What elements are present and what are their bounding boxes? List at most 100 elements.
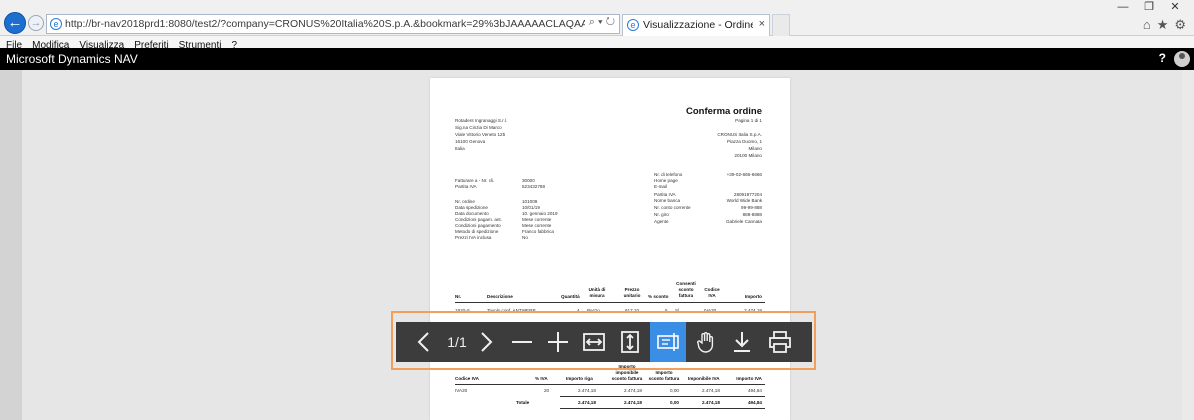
fit-page-button[interactable] [612, 322, 648, 362]
sender-line: 16100 Genova [455, 139, 486, 144]
search-icon[interactable]: ⌕ [589, 16, 595, 28]
vat-cell: 2.474,18 [702, 388, 720, 393]
vat-cell: 0,00 [670, 388, 679, 393]
col-header: Importo [744, 294, 762, 299]
vat-value: 523432788 [522, 184, 545, 189]
company-field-value: 888-8888 [742, 212, 762, 217]
prev-page-button[interactable] [406, 322, 442, 362]
vat-cell: IVA20 [455, 388, 468, 393]
select-text-icon [657, 333, 679, 351]
user-avatar-icon[interactable] [1174, 51, 1190, 67]
vat-cell: 494,84 [747, 388, 762, 393]
print-button[interactable] [762, 322, 798, 362]
company-field-label: Nr. conto corrente [654, 205, 691, 210]
restore-button[interactable]: ❐ [1136, 0, 1162, 13]
browser-icons: ⌂ ★ ⚙ [1137, 17, 1186, 33]
vat-col-header: Codice IVA [455, 376, 479, 381]
zoom-in-button[interactable] [540, 322, 576, 362]
company-field-label: Nr. giro [654, 212, 669, 217]
col-header: Nr. [455, 294, 462, 299]
recipient-line: Milano [748, 146, 762, 151]
total-cell: Totale [516, 400, 530, 405]
sender-line: Viale Vittorio Veneto 125 [455, 132, 506, 137]
vat-col-header: Importo riga [566, 376, 593, 381]
company-field-value: 99-99-888 [741, 205, 762, 210]
download-button[interactable] [724, 322, 760, 362]
sender-line: Sig.na Cinzia Di Marco [455, 125, 502, 130]
minimize-button[interactable]: — [1110, 1, 1136, 13]
arrow-right-icon: → [30, 17, 42, 29]
app-title: Microsoft Dynamics NAV [6, 52, 138, 66]
address-tools: ⌕ ▾ ↻ [589, 16, 615, 29]
company-field-value: +39-02-666-6666 [726, 172, 762, 177]
company-field-label: Nome banca [654, 198, 681, 203]
home-icon[interactable]: ⌂ [1143, 17, 1151, 32]
window-controls: — ❐ ✕ [1110, 0, 1188, 13]
chevron-left-icon [417, 332, 429, 352]
address-bar[interactable]: e http://br-nav2018prd1:8080/test2/?comp… [46, 14, 620, 34]
company-field-value: World Wide Bank [726, 198, 762, 203]
col-header: Quantità [561, 294, 580, 299]
fit-width-icon [583, 333, 605, 351]
favorites-star-icon[interactable]: ★ [1157, 17, 1169, 33]
recipient-line: 20100 Milano [734, 153, 762, 158]
close-window-button[interactable]: ✕ [1162, 0, 1188, 13]
help-button[interactable]: ? [1159, 51, 1166, 65]
fit-width-button[interactable] [576, 322, 612, 362]
zoom-in-icon [548, 332, 568, 352]
sender-line: Rotadent Ingranaggi S.r.l. [455, 118, 508, 123]
next-page-button[interactable] [468, 322, 504, 362]
divider [560, 396, 765, 397]
company-field-label: Agente [654, 219, 669, 224]
vat-col-header: Importo IVA [736, 376, 762, 381]
vat-col-header: % IVA [535, 376, 548, 381]
url-text[interactable]: http://br-nav2018prd1:8080/test2/?compan… [65, 18, 585, 30]
company-field-value: Gabriele Cannata [725, 219, 762, 224]
browser-chrome: ← → e http://br-nav2018prd1:8080/test2/?… [0, 0, 1194, 36]
col-header: Unità di misura [588, 287, 606, 298]
zoom-out-button[interactable] [504, 322, 540, 362]
report-toolbar: 1/1 [396, 322, 812, 362]
doc-title: Conferma ordine [685, 106, 762, 117]
scrollbar[interactable] [1182, 70, 1194, 420]
vat-col-header: Importo sconto fattura [648, 370, 680, 381]
col-header: % sconto [648, 294, 669, 299]
select-text-button[interactable] [650, 322, 686, 362]
total-cell: 2.474,18 [624, 400, 642, 405]
zoom-out-icon [512, 341, 532, 343]
new-tab-button[interactable] [772, 14, 790, 36]
total-cell: 0,00 [670, 400, 679, 405]
chevron-right-icon [481, 332, 493, 352]
tab-title: Visualizzazione - Ordine ve... [643, 19, 753, 31]
total-cell: 2.474,18 [578, 400, 596, 405]
total-cell: 2.474,18 [702, 400, 720, 405]
tab-close-button[interactable]: × [759, 18, 765, 30]
col-header: Codice IVA [704, 287, 720, 298]
company-field-label: E-mail [654, 184, 668, 189]
col-header: Consenti sconto fattura [676, 281, 696, 298]
recipient-line: CRONUS Italia S.p.A. [717, 132, 762, 137]
divider [560, 408, 765, 409]
divider [455, 384, 765, 385]
gear-icon[interactable]: ⚙ [1174, 17, 1186, 33]
back-button[interactable]: ← [4, 12, 26, 34]
refresh-icon[interactable]: ↻ [606, 16, 615, 28]
divider [455, 302, 765, 303]
hand-pan-icon [697, 332, 714, 353]
app-header: Microsoft Dynamics NAV ? [0, 48, 1194, 70]
ie-tab-icon: e [627, 19, 639, 31]
download-icon [734, 332, 750, 352]
order-field-label: Prezzi IVA inclusa [455, 235, 492, 240]
total-cell: 494,84 [747, 400, 762, 405]
tab-active[interactable]: e Visualizzazione - Ordine ve... × [622, 14, 770, 36]
pan-button[interactable] [688, 322, 724, 362]
recipient-line: Piazza Duomo, 1 [727, 139, 762, 144]
forward-button[interactable]: → [28, 15, 44, 31]
fit-page-icon [621, 331, 639, 353]
dropdown-icon[interactable]: ▾ [598, 16, 603, 28]
col-header: Descrizione [487, 294, 513, 299]
ie-page-icon: e [50, 18, 62, 30]
vat-cell: 20 [544, 388, 550, 393]
sender-line: Italia [455, 146, 465, 151]
vat-cell: 2.474,18 [578, 388, 596, 393]
